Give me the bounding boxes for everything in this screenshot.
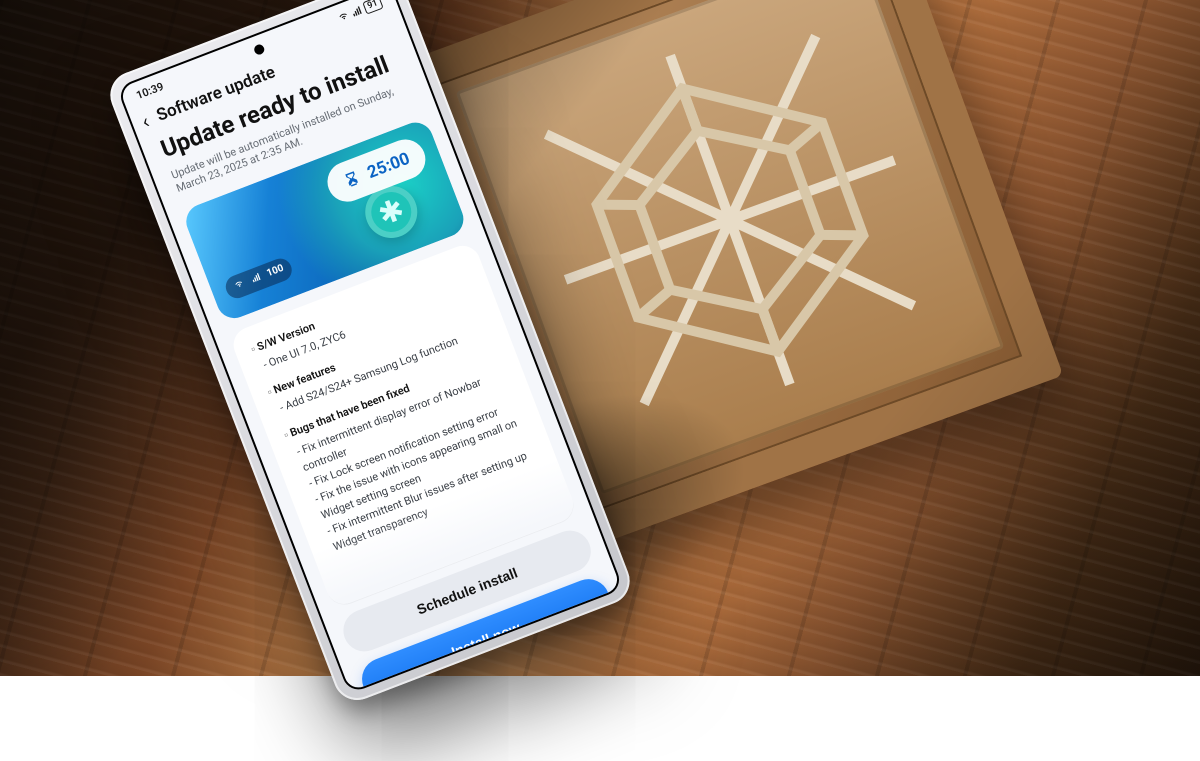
hourglass-icon	[341, 168, 364, 191]
banner-signal-caption: 100	[265, 263, 286, 281]
signal-icon	[349, 5, 363, 19]
banner-status-chip: 100	[223, 255, 296, 301]
banner-signal-icon	[249, 271, 265, 287]
nav-home-icon[interactable]	[496, 676, 507, 691]
back-icon[interactable]: ‹	[139, 111, 152, 132]
banner-wifi-icon	[232, 278, 248, 294]
banner-timer: 25:00	[365, 149, 413, 183]
wifi-icon	[336, 10, 350, 24]
